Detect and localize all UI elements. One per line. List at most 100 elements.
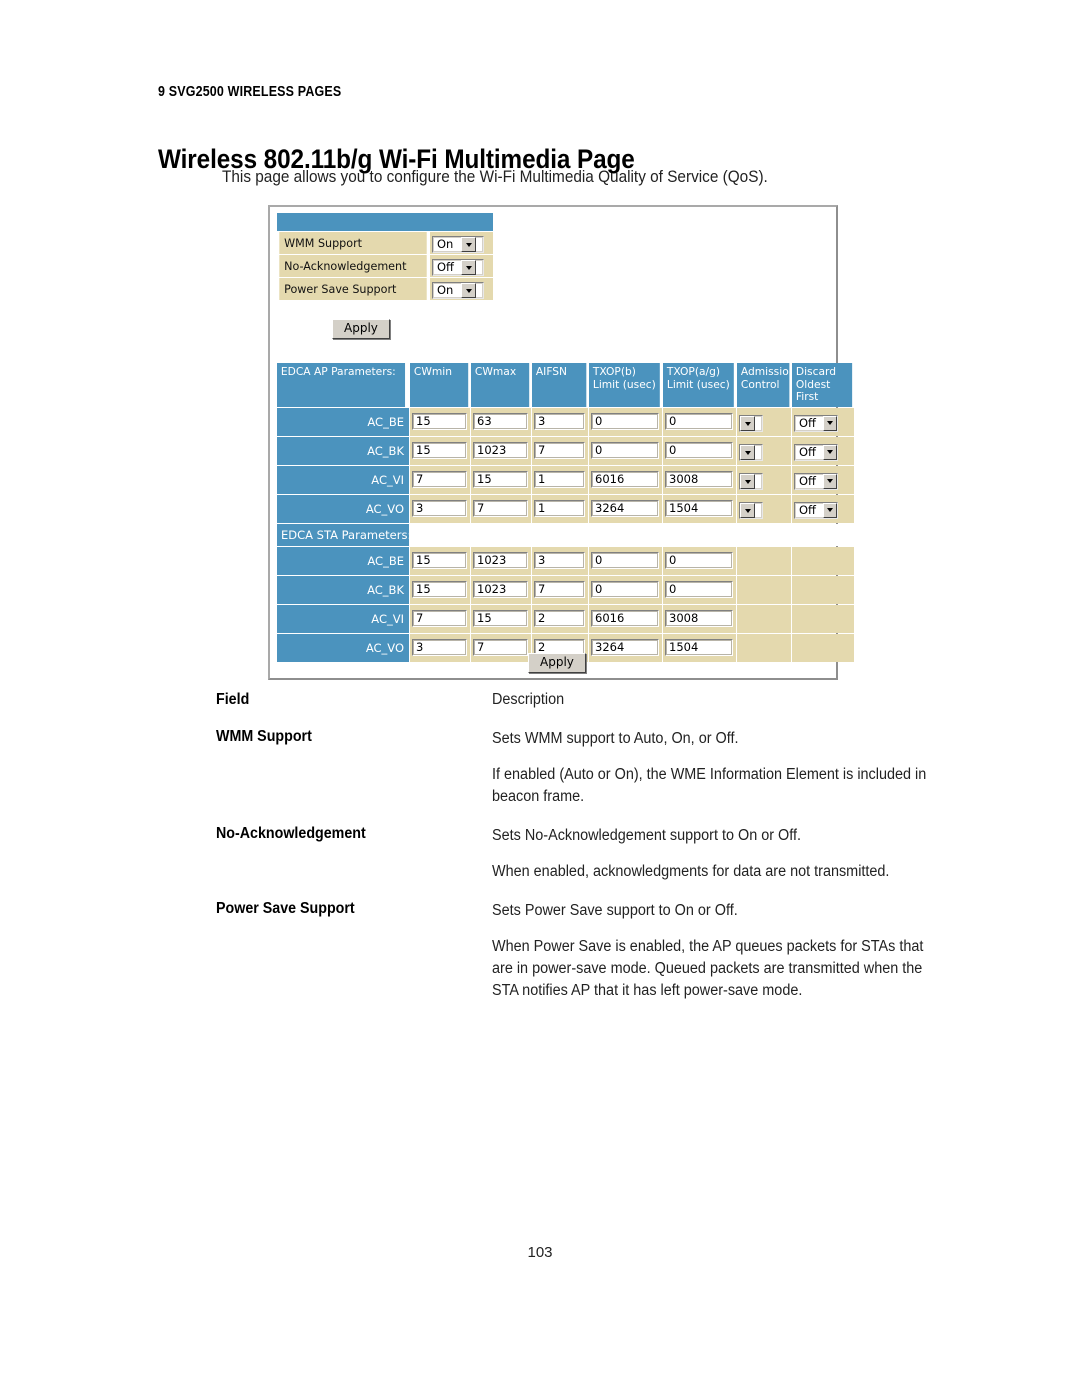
ap-row-3-discard-cell: Off bbox=[792, 494, 854, 523]
ap-row-2-cwmin-input[interactable]: 7 bbox=[412, 471, 467, 488]
table-row: AC_BE 15 1023 3 0 0 bbox=[277, 546, 854, 575]
chevron-down-icon[interactable] bbox=[461, 237, 476, 252]
wmm-support-select[interactable]: On bbox=[432, 236, 484, 253]
config-band-row bbox=[277, 213, 493, 231]
apply-button-top[interactable]: Apply bbox=[332, 319, 390, 339]
ap-row-1-cwmax-input[interactable]: 1023 bbox=[473, 442, 528, 459]
header-discard-oldest-first: Discard Oldest First bbox=[792, 363, 853, 407]
sta-row-2-txop-ag-cell: 3008 bbox=[663, 604, 736, 633]
ap-row-0-discard-value: Off bbox=[799, 415, 816, 430]
ap-row-2-txop-b-input[interactable]: 6016 bbox=[591, 471, 659, 488]
ap-row-2-discard-cell: Off bbox=[792, 465, 854, 494]
power-save-support-label: Power Save Support bbox=[279, 278, 427, 300]
ap-row-1-cwmin-input[interactable]: 15 bbox=[412, 442, 467, 459]
ap-row-3-discard-select[interactable]: Off bbox=[794, 501, 838, 519]
ap-row-2-cwmax-input[interactable]: 15 bbox=[473, 471, 528, 488]
header-discard-line1: Discard bbox=[795, 365, 836, 378]
sta-row-0-discard-empty bbox=[792, 546, 854, 575]
power-save-support-select[interactable]: On bbox=[432, 282, 484, 299]
apply-button-bottom[interactable]: Apply bbox=[528, 653, 586, 673]
ap-row-0-txop-b-input[interactable]: 0 bbox=[591, 413, 659, 430]
sta-row-3-cwmin-input[interactable]: 3 bbox=[412, 639, 467, 656]
chevron-down-icon[interactable] bbox=[823, 444, 837, 460]
ap-row-1-discard-select[interactable]: Off bbox=[794, 443, 838, 461]
ap-row-0-cwmin-input[interactable]: 15 bbox=[412, 413, 467, 430]
ap-row-0-admission-select[interactable] bbox=[739, 415, 763, 433]
ap-row-1-txop-ag-input[interactable]: 0 bbox=[665, 442, 733, 459]
table-row: AC_VI 7 15 1 6016 3008 Off bbox=[277, 465, 854, 494]
ap-row-0-cwmax-input[interactable]: 63 bbox=[473, 413, 528, 430]
ap-row-1-cwmax-cell: 1023 bbox=[471, 436, 531, 465]
chevron-down-icon[interactable] bbox=[740, 474, 755, 490]
ap-row-3-cwmax-input[interactable]: 7 bbox=[473, 500, 528, 517]
sta-row-1-ac-label: AC_BK bbox=[277, 575, 409, 604]
ap-row-2-discard-select[interactable]: Off bbox=[794, 472, 838, 490]
chevron-down-icon[interactable] bbox=[461, 283, 476, 298]
sta-row-2-cwmin-cell: 7 bbox=[410, 604, 470, 633]
sta-row-2-txop-ag-input[interactable]: 3008 bbox=[665, 610, 733, 627]
ap-row-0-aifsn-input[interactable]: 3 bbox=[534, 413, 585, 430]
sta-row-1-txop-ag-input[interactable]: 0 bbox=[665, 581, 733, 598]
ap-row-3-aifsn-input[interactable]: 1 bbox=[534, 500, 585, 517]
chevron-down-icon[interactable] bbox=[740, 445, 755, 461]
ap-row-2-txop-ag-input[interactable]: 3008 bbox=[665, 471, 733, 488]
sta-row-3-cwmax-input[interactable]: 7 bbox=[473, 639, 528, 656]
chevron-down-icon[interactable] bbox=[823, 502, 837, 518]
chevron-down-icon[interactable] bbox=[823, 473, 837, 489]
sta-row-1-cwmin-input[interactable]: 15 bbox=[412, 581, 467, 598]
sta-row-0-aifsn-input[interactable]: 3 bbox=[534, 552, 585, 569]
sta-row-0-txop-ag-input[interactable]: 0 bbox=[665, 552, 733, 569]
chevron-down-icon[interactable] bbox=[823, 415, 837, 431]
ap-row-3-txop-ag-input[interactable]: 1504 bbox=[665, 500, 733, 517]
ap-row-2-admission-select[interactable] bbox=[739, 473, 763, 491]
sta-row-1-txop-b-input[interactable]: 0 bbox=[591, 581, 659, 598]
ap-row-3-cwmax-cell: 7 bbox=[471, 494, 531, 523]
field-desc-no-acknowledgement-p1: Sets No-Acknowledgement support to On or… bbox=[492, 827, 802, 844]
ap-row-3-cwmin-input[interactable]: 3 bbox=[412, 500, 467, 517]
sta-row-3-discard-empty bbox=[792, 633, 854, 662]
sta-row-0-txop-b-cell: 0 bbox=[589, 546, 662, 575]
table-row: AC_VO 3 7 1 3264 1504 Off bbox=[277, 494, 854, 523]
header-txop-b: TXOP(b) Limit (usec) bbox=[589, 363, 660, 407]
sta-row-0-cwmax-input[interactable]: 1023 bbox=[473, 552, 528, 569]
ap-row-2-aifsn-input[interactable]: 1 bbox=[534, 471, 585, 488]
ap-row-1-admission-select[interactable] bbox=[739, 444, 763, 462]
sta-row-2-txop-b-input[interactable]: 6016 bbox=[591, 610, 659, 627]
sta-row-1-cwmax-input[interactable]: 1023 bbox=[473, 581, 528, 598]
ap-row-0-txop-ag-input[interactable]: 0 bbox=[665, 413, 733, 430]
sta-row-0-cwmin-input[interactable]: 15 bbox=[412, 552, 467, 569]
header-txop-ag-line1: TXOP(a/g) bbox=[666, 365, 721, 378]
edca-parameters-table: EDCA AP Parameters: CWmin CWmax AIFSN TX… bbox=[276, 362, 855, 663]
sta-row-3-txop-ag-input[interactable]: 1504 bbox=[665, 639, 733, 656]
ap-row-3-txop-b-cell: 3264 bbox=[589, 494, 662, 523]
ap-row-2-txop-ag-cell: 3008 bbox=[663, 465, 736, 494]
config-band bbox=[277, 213, 493, 231]
sta-row-3-ac-label: AC_VO bbox=[277, 633, 409, 662]
ap-row-0-discard-select[interactable]: Off bbox=[794, 414, 838, 432]
header-admission-line1: Admission bbox=[740, 365, 796, 378]
page-number: 103 bbox=[527, 1244, 553, 1261]
sta-row-1-discard-empty bbox=[792, 575, 854, 604]
no-acknowledgement-select[interactable]: Off bbox=[432, 259, 484, 276]
header-admission-line2: Control bbox=[740, 377, 780, 391]
apply-button-top-wrap: Apply bbox=[332, 317, 390, 339]
ap-row-3-txop-b-input[interactable]: 3264 bbox=[591, 500, 659, 517]
ap-row-1-aifsn-input[interactable]: 7 bbox=[534, 442, 585, 459]
sta-row-3-txop-b-input[interactable]: 3264 bbox=[591, 639, 659, 656]
chevron-down-icon[interactable] bbox=[740, 503, 755, 519]
field-label-no-acknowledgement: No-Acknowledgement bbox=[216, 825, 366, 842]
sta-row-2-aifsn-input[interactable]: 2 bbox=[534, 610, 585, 627]
wmm-config-table: WMM Support On No-Acknowledgement Off Po… bbox=[276, 212, 494, 301]
header-txop-b-line1: TXOP(b) bbox=[592, 365, 636, 378]
sta-row-2-cwmin-input[interactable]: 7 bbox=[412, 610, 467, 627]
sta-row-1-aifsn-input[interactable]: 7 bbox=[534, 581, 585, 598]
ap-row-3-admission-select[interactable] bbox=[739, 502, 763, 520]
chevron-down-icon[interactable] bbox=[461, 260, 476, 275]
ap-row-1-txop-b-input[interactable]: 0 bbox=[591, 442, 659, 459]
sta-row-2-cwmax-input[interactable]: 15 bbox=[473, 610, 528, 627]
chevron-down-icon[interactable] bbox=[740, 416, 755, 432]
sta-row-0-txop-b-input[interactable]: 0 bbox=[591, 552, 659, 569]
config-row-powersave: Power Save Support On bbox=[277, 278, 493, 300]
ap-row-0-txop-ag-cell: 0 bbox=[663, 407, 736, 436]
ap-row-1-ac-label: AC_BK bbox=[277, 436, 409, 465]
